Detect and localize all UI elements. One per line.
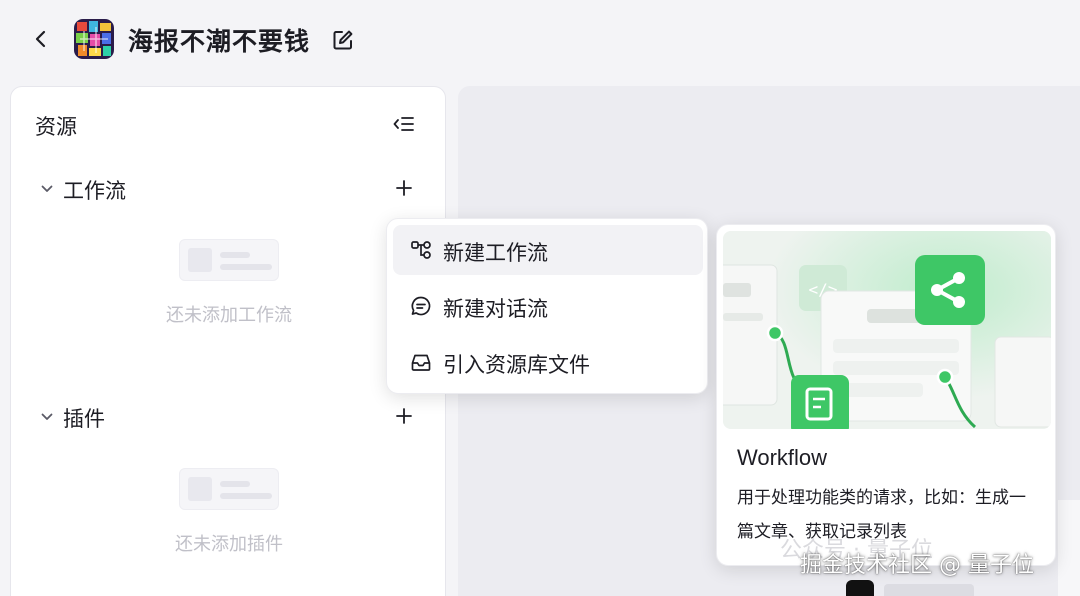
chat-icon [411,296,431,316]
workflow-preview-illustration: </> [723,231,1051,429]
menu-item-new-workflow[interactable]: 新建工作流 [393,225,703,275]
plus-icon [396,408,412,424]
empty-plugins-illustration [179,468,279,510]
empty-workflows-text: 还未添加工作流 [166,305,292,326]
add-workflow-button[interactable] [391,175,417,201]
section-label-plugins: 插件 [63,407,105,431]
menu-item-new-chatflow[interactable]: 新建对话流 [393,281,703,331]
menu-label-new-workflow: 新建工作流 [443,241,548,265]
edit-title-button[interactable] [330,27,356,53]
panel-title: 资源 [35,115,77,139]
chevron-down-icon [41,185,53,192]
inbox-icon [411,354,431,371]
empty-workflows-illustration [179,239,279,281]
chevron-down-icon [41,413,53,420]
section-label-workflows: 工作流 [63,179,126,203]
workflow-preview-card: </> Workflow 用于处理功能类的请求，比如：生成一篇文章、获取记录列表 [716,224,1056,566]
workflow-icon [411,241,431,259]
create-menu: 新建工作流 新建对话流 引入资源库文件 [386,218,708,394]
section-plugins: 插件 [35,401,435,433]
app-header: 海报不潮不要钱 [0,0,1080,80]
empty-plugins-text: 还未添加插件 [175,534,283,555]
watermark: 掘金技术社区 @ 量子位 [800,553,1034,578]
app-avatar [74,19,114,59]
add-plugin-button[interactable] [391,403,417,429]
plus-icon [396,180,412,196]
canvas-node-edge [1058,500,1080,596]
preview-title: Workflow [737,445,828,470]
app-avatar-image [74,19,114,59]
menu-label-new-chatflow: 新建对话流 [443,297,548,321]
section-workflows: 工作流 [35,173,435,205]
canvas-node-bar [884,584,974,596]
resource-panel: 资源 工作流 还未添加工作流 插件 还未添加插件 [10,86,446,596]
app-title: 海报不潮不要钱 [128,27,311,56]
section-toggle-workflows[interactable] [39,181,55,197]
canvas-node-icon [846,580,874,596]
chevron-left-icon [35,30,46,48]
section-toggle-plugins[interactable] [39,409,55,425]
workflow-illustration-icon: </> [723,231,1051,429]
collapse-panel-button[interactable] [391,111,417,137]
edit-icon [333,30,353,50]
menu-label-import-library: 引入资源库文件 [443,353,590,377]
menu-item-import-library[interactable]: 引入资源库文件 [393,337,703,387]
collapse-list-icon [393,117,414,131]
back-button[interactable] [28,26,54,52]
